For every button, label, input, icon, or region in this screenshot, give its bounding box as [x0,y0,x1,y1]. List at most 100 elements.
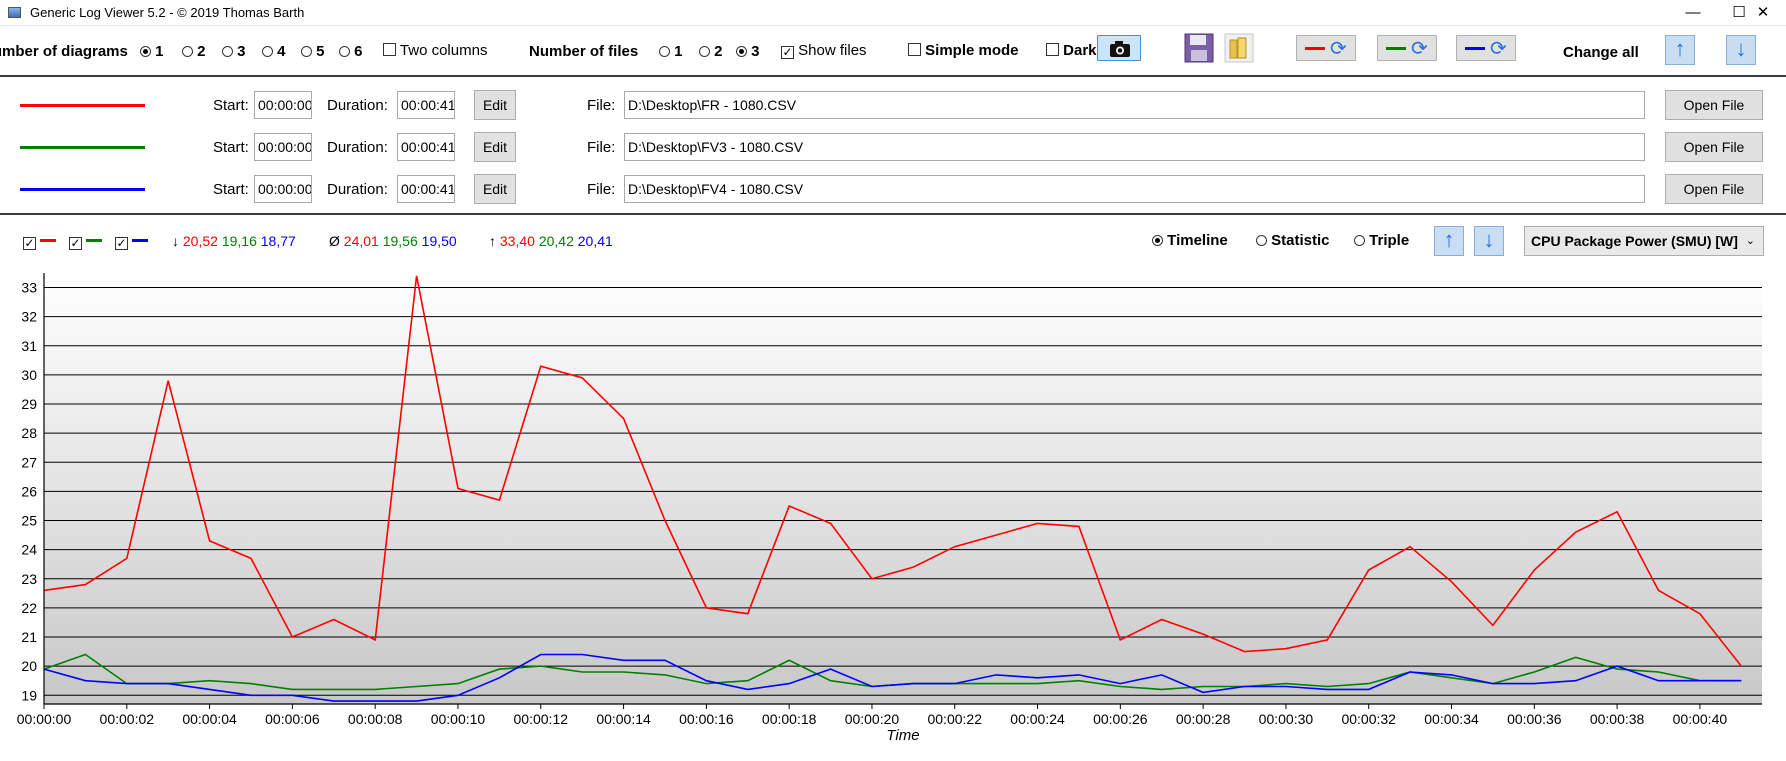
triple-radio-dot[interactable] [1354,235,1365,246]
radio-dot[interactable] [182,46,193,57]
series-checkbox[interactable]: ✓ [23,237,36,250]
files-radio-3[interactable]: 3 [736,43,760,60]
diagrams-radio-1[interactable]: 1 [140,43,164,60]
diagrams-radio-2[interactable]: 2 [182,43,206,60]
refresh-blue-button[interactable]: ⟳ [1456,35,1516,61]
files-radio-1[interactable]: 1 [659,43,683,60]
red-swatch [1305,47,1325,50]
radio-dot[interactable] [140,46,151,57]
radio-dot[interactable] [659,46,670,57]
move-down-button[interactable]: ↓ [1474,226,1504,256]
open-file-button[interactable]: Open File [1665,90,1763,120]
radio-dot[interactable] [301,46,312,57]
edit-button[interactable]: Edit [474,90,516,120]
start-input[interactable]: 00:00:00 [254,175,312,203]
series-color-swatch [86,239,102,242]
duration-input[interactable]: 00:00:41 [397,133,455,161]
x-tick-label: 00:00:04 [182,711,237,727]
legend-bar: ✓ ✓ ✓ ↓ 20,52 19,16 18,77 Ø 24,01 19,56 19… [0,217,1786,259]
series-checkbox[interactable]: ✓ [69,237,82,250]
open-file-button[interactable]: Open File [1665,132,1763,162]
radio-dot[interactable] [222,46,233,57]
radio-label: 4 [277,43,286,60]
radio-label: 6 [354,43,363,60]
x-tick-label: 00:00:26 [1093,711,1148,727]
diagrams-radio-6[interactable]: 6 [339,43,363,60]
diagrams-radio-3[interactable]: 3 [222,43,246,60]
show-files-checkbox[interactable]: ✓ Show files [781,42,867,59]
simple-mode-check[interactable] [908,43,921,56]
move-up-all-button[interactable]: ↑ [1665,35,1695,65]
radio-label: 2 [714,43,723,60]
screenshot-button[interactable] [1097,35,1141,61]
diagrams-radio-4[interactable]: 4 [262,43,286,60]
refresh-green-button[interactable]: ⟳ [1377,35,1437,61]
close-button[interactable]: ✕ [1740,0,1786,26]
timeline-radio-dot[interactable] [1152,235,1163,246]
minimize-button[interactable]: — [1670,0,1716,26]
save-button[interactable] [1184,33,1214,63]
radio-dot[interactable] [736,46,747,57]
show-files-check[interactable]: ✓ [781,46,794,59]
max-values: ↑ 33,40 20,42 20,41 [489,233,613,249]
two-columns-check[interactable] [383,43,396,56]
refresh-icon: ⟳ [1330,38,1347,60]
two-columns-checkbox[interactable]: Two columns [383,42,487,59]
move-up-button[interactable]: ↑ [1434,226,1464,256]
y-tick-label: 26 [21,483,37,499]
files-panel: Start: 00:00:00 Duration: 00:00:41 Edit File:… [0,77,1786,215]
x-tick-label: 00:00:38 [1590,711,1645,727]
avg-values: Ø 24,01 19,56 19,50 [329,233,457,249]
app-icon [8,7,21,18]
x-tick-label: 00:00:06 [265,711,320,727]
refresh-icon: ⟳ [1490,38,1507,60]
dark-checkbox[interactable]: Dark [1046,42,1097,59]
edit-button[interactable]: Edit [474,132,516,162]
radio-dot[interactable] [339,46,350,57]
x-tick-label: 00:00:02 [100,711,155,727]
two-columns-label: Two columns [399,42,488,59]
max-green: 20,42 [538,233,574,249]
simple-mode-checkbox[interactable]: Simple mode [908,42,1019,59]
file-path-input[interactable]: D:\Desktop\FR - 1080.CSV [624,91,1645,119]
file-path-input[interactable]: D:\Desktop\FV4 - 1080.CSV [624,175,1645,203]
start-input[interactable]: 00:00:00 [254,133,312,161]
file-path-input[interactable]: D:\Desktop\FV3 - 1080.CSV [624,133,1645,161]
radio-dot[interactable] [699,46,710,57]
duration-input[interactable]: 00:00:41 [397,175,455,203]
radio-dot[interactable] [262,46,273,57]
y-tick-label: 29 [21,396,37,412]
x-tick-label: 00:00:30 [1259,711,1314,727]
x-tick-label: 00:00:10 [431,711,486,727]
duration-label: Duration: [327,139,388,156]
sensor-dropdown[interactable]: CPU Package Power (SMU) [W] ⌄ [1524,226,1764,256]
statistic-radio-dot[interactable] [1256,235,1267,246]
series-checkbox[interactable]: ✓ [115,237,128,250]
series-toggle[interactable]: ✓ [23,233,56,250]
open-folder-button[interactable] [1224,33,1254,63]
refresh-red-button[interactable]: ⟳ [1296,35,1356,61]
series-toggle[interactable]: ✓ [115,233,148,250]
file-label: File: [587,181,616,198]
triple-radio[interactable]: Triple [1354,232,1409,249]
x-tick-label: 00:00:20 [845,711,900,727]
files-radio-2[interactable]: 2 [699,43,723,60]
series-color-line [20,146,145,149]
edit-button[interactable]: Edit [474,174,516,204]
x-tick-label: 00:00:12 [514,711,569,727]
start-input[interactable]: 00:00:00 [254,91,312,119]
move-down-all-button[interactable]: ↓ [1726,35,1756,65]
duration-input[interactable]: 00:00:41 [397,91,455,119]
avg-blue: 19,50 [421,233,457,249]
timeline-radio[interactable]: Timeline [1152,232,1228,249]
series-toggle[interactable]: ✓ [69,233,102,250]
dark-check[interactable] [1046,43,1059,56]
series-color-swatch [40,239,56,242]
open-file-button[interactable]: Open File [1665,174,1763,204]
window-title: Generic Log Viewer 5.2 - © 2019 Thomas B… [30,5,305,20]
diagrams-radio-5[interactable]: 5 [301,43,325,60]
x-tick-label: 00:00:36 [1507,711,1562,727]
min-symbol: ↓ [172,233,179,249]
statistic-radio[interactable]: Statistic [1256,232,1330,249]
sensor-dropdown-value: CPU Package Power (SMU) [W] [1531,233,1738,249]
